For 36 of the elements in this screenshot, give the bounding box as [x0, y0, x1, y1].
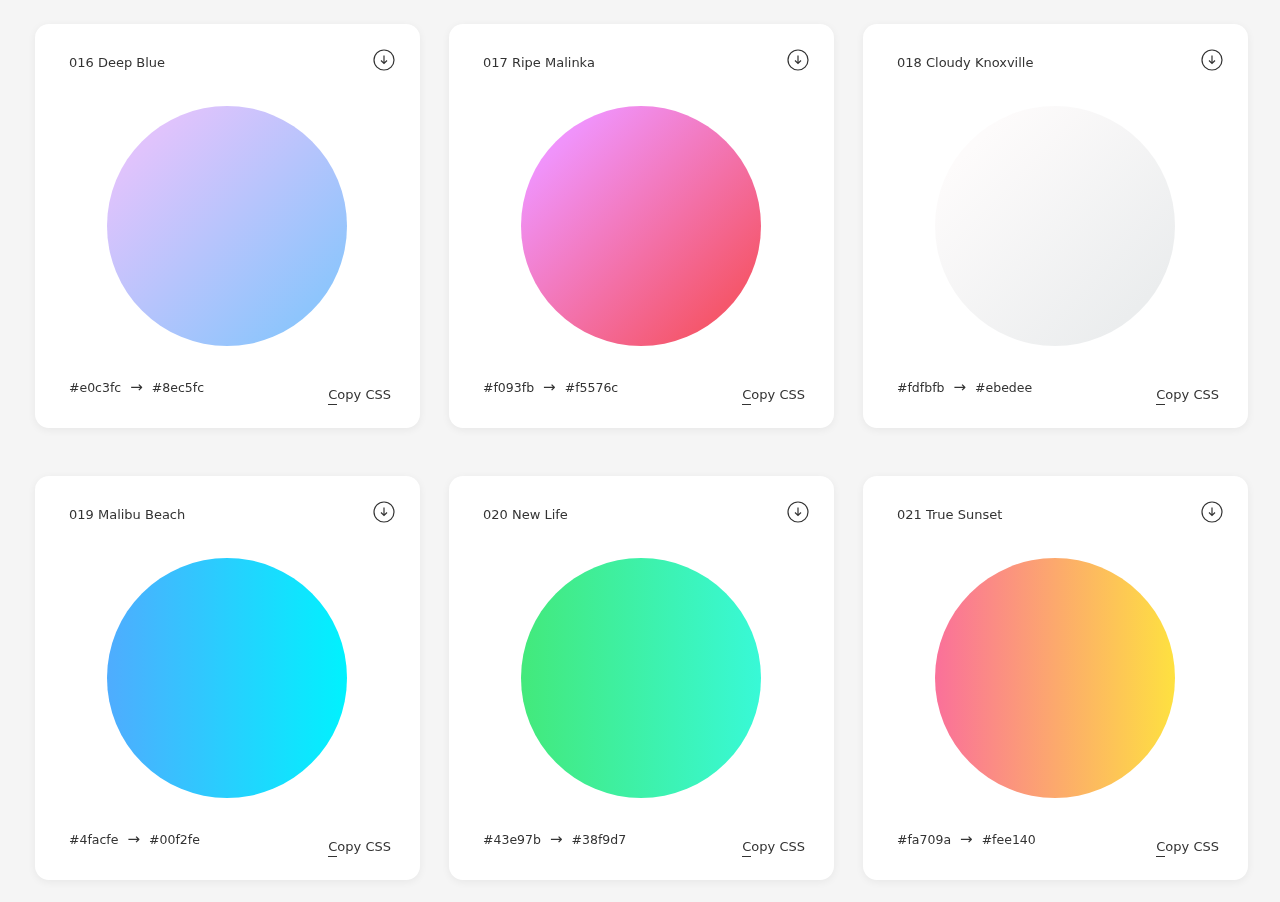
gradient-name: 016 Deep Blue — [69, 54, 166, 70]
download-icon[interactable] — [373, 49, 395, 71]
end-color-code: #fee140 — [981, 831, 1036, 847]
copy-css-button[interactable]: Copy CSS — [328, 387, 395, 402]
download-icon[interactable] — [787, 501, 809, 523]
gradient-name: 017 Ripe Malinka — [483, 54, 595, 70]
gradient-name: 019 Malibu Beach — [69, 506, 186, 522]
arrow-icon: → — [549, 830, 563, 848]
arrow-icon: → — [543, 378, 556, 396]
start-color-code: #fdfbfb — [897, 379, 945, 395]
gradient-name: 018 Cloudy Knoxville — [897, 54, 1034, 70]
copy-css-button[interactable]: Copy CSS — [1156, 387, 1223, 402]
gradient-name: 021 True Sunset — [897, 506, 1003, 522]
gradient-name: 020 New Life — [483, 506, 568, 522]
download-icon[interactable] — [373, 501, 395, 523]
copy-css-button[interactable]: Copy CSS — [742, 839, 809, 854]
end-color-code: #8ec5fc — [151, 379, 204, 395]
download-icon[interactable] — [787, 49, 809, 71]
download-icon[interactable] — [1201, 501, 1223, 523]
start-color-code: #e0c3fc — [69, 379, 122, 395]
arrow-icon: → — [127, 830, 141, 848]
start-color-code: #43e97b — [483, 831, 541, 847]
download-icon[interactable] — [1201, 49, 1223, 71]
end-color-code: #f5576c — [564, 379, 619, 395]
start-color-code: #f093fb — [483, 379, 535, 395]
arrow-icon: → — [130, 378, 143, 396]
copy-css-button[interactable]: Copy CSS — [328, 839, 395, 854]
copy-css-button[interactable]: Copy CSS — [1156, 839, 1223, 854]
end-color-code: #38f9d7 — [571, 831, 627, 847]
end-color-code: #ebedee — [975, 379, 1033, 395]
end-color-code: #00f2fe — [149, 831, 200, 847]
arrow-icon: → — [953, 378, 967, 396]
arrow-icon: → — [960, 830, 973, 848]
start-color-code: #fa709a — [897, 831, 952, 847]
start-color-code: #4facfe — [69, 831, 119, 847]
copy-css-button[interactable]: Copy CSS — [742, 387, 809, 402]
